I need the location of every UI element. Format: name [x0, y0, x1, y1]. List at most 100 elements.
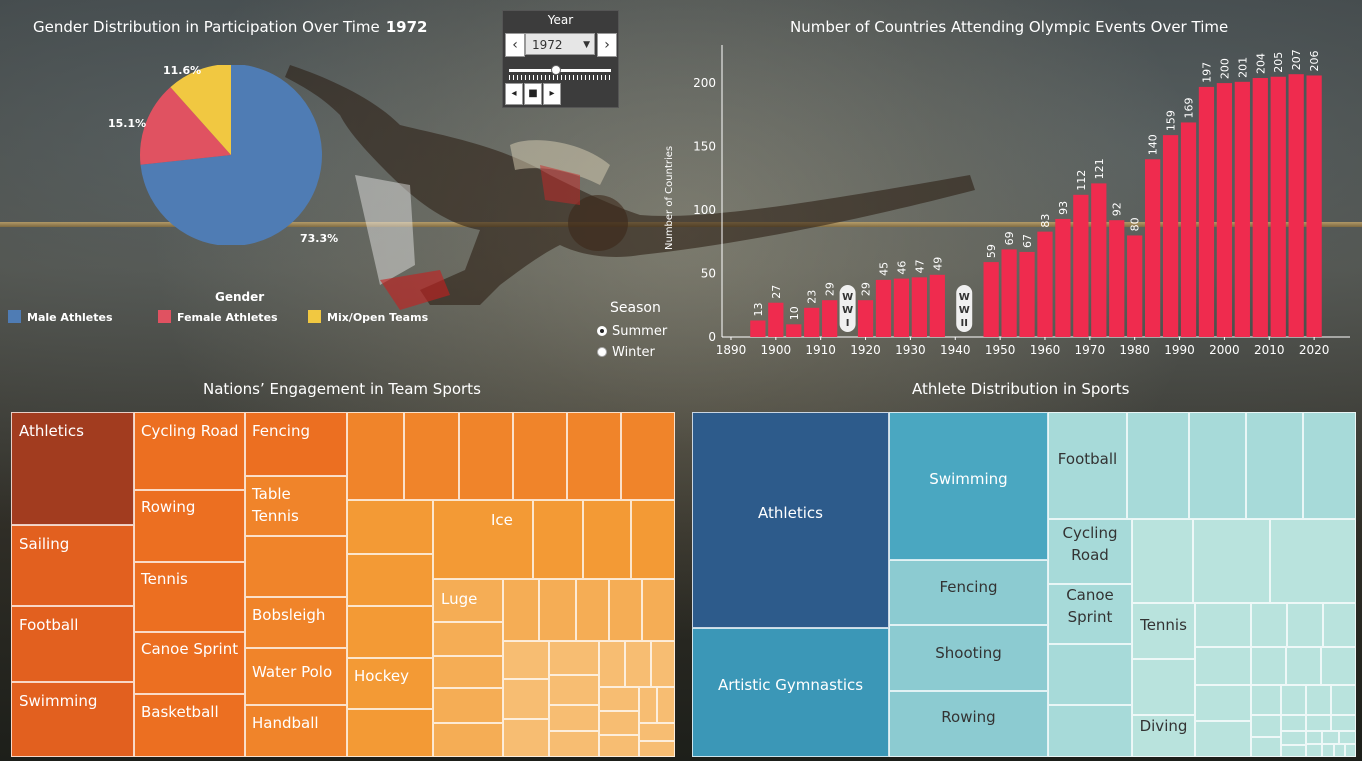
treemap-cell[interactable]: [1281, 685, 1306, 715]
treemap-cell[interactable]: [1270, 519, 1356, 603]
treemap-cell[interactable]: [1195, 603, 1251, 647]
treemap-cell[interactable]: [549, 641, 599, 675]
bar[interactable]: [1091, 183, 1107, 337]
treemap-cell[interactable]: [1048, 644, 1132, 705]
treemap-cell[interactable]: [1286, 647, 1321, 685]
year-dropdown[interactable]: 1972 ▼: [525, 33, 595, 55]
treemap-cell[interactable]: [1246, 412, 1303, 519]
treemap-cell[interactable]: [1331, 685, 1356, 715]
treemap-cell[interactable]: [1251, 685, 1281, 715]
treemap-cell[interactable]: [1306, 744, 1322, 757]
treemap-cell[interactable]: [576, 579, 609, 641]
treemap-cell[interactable]: [404, 412, 459, 500]
treemap-cell[interactable]: [599, 641, 625, 687]
bar[interactable]: [1288, 74, 1304, 337]
treemap-cell[interactable]: [1322, 744, 1334, 757]
treemap-cell[interactable]: [1281, 715, 1306, 731]
treemap-cell[interactable]: [347, 412, 404, 500]
treemap-cell[interactable]: [347, 709, 433, 757]
bar[interactable]: [1180, 122, 1197, 337]
treemap-cell[interactable]: [625, 641, 651, 687]
treemap-cell[interactable]: [651, 641, 675, 687]
year-prev-button[interactable]: ‹: [505, 33, 525, 57]
treemap-cell[interactable]: [639, 687, 657, 723]
bar[interactable]: [1019, 251, 1035, 337]
bar[interactable]: [857, 300, 874, 337]
treemap-cell[interactable]: [1306, 685, 1331, 715]
treemap-cell[interactable]: [1334, 744, 1345, 757]
bar[interactable]: [822, 300, 838, 337]
treemap-cell[interactable]: [1132, 519, 1193, 603]
treemap-cell[interactable]: [433, 688, 503, 723]
treemap-cell[interactable]: [433, 500, 533, 579]
bar[interactable]: [893, 278, 910, 337]
treemap-cell[interactable]: [599, 735, 639, 757]
year-slider-thumb[interactable]: [551, 65, 561, 75]
treemap-cell[interactable]: [1322, 731, 1339, 744]
stop-button[interactable]: ■: [524, 83, 542, 105]
treemap-cell[interactable]: [533, 500, 583, 579]
treemap-cell[interactable]: [1323, 603, 1356, 647]
treemap-cell[interactable]: [1127, 412, 1189, 519]
treemap-cell[interactable]: [1251, 603, 1287, 647]
treemap-cell[interactable]: [583, 500, 631, 579]
treemap-cell[interactable]: [1193, 519, 1270, 603]
bar[interactable]: [983, 262, 999, 337]
treemap-cell[interactable]: [639, 741, 675, 757]
treemap-cell[interactable]: [503, 679, 549, 719]
treemap-cell[interactable]: [539, 579, 576, 641]
treemap-cell[interactable]: [1195, 721, 1251, 757]
legend-female[interactable]: Female Athletes: [158, 310, 278, 324]
treemap-cell[interactable]: [599, 711, 639, 735]
bar[interactable]: [1109, 220, 1125, 337]
treemap-cell[interactable]: [1287, 603, 1323, 647]
bar[interactable]: [750, 320, 766, 337]
bar[interactable]: [786, 324, 802, 337]
bar[interactable]: [1234, 81, 1250, 338]
treemap-cell[interactable]: [1251, 715, 1281, 737]
treemap-cell[interactable]: [1306, 731, 1322, 744]
bar[interactable]: [1216, 83, 1233, 337]
season-summer-radio[interactable]: Summer: [597, 324, 667, 339]
treemap-cell[interactable]: [1132, 659, 1195, 715]
bar[interactable]: [1252, 78, 1268, 337]
treemap-cell[interactable]: [503, 579, 539, 641]
treemap-cell[interactable]: [657, 687, 675, 723]
bar[interactable]: [1001, 249, 1017, 337]
bar[interactable]: [1162, 135, 1179, 337]
treemap-cell[interactable]: [433, 622, 503, 656]
bar[interactable]: [1145, 159, 1161, 337]
treemap-cell[interactable]: [1303, 412, 1356, 519]
bar[interactable]: [875, 279, 892, 337]
treemap-cell[interactable]: [433, 723, 503, 757]
bar[interactable]: [1270, 76, 1286, 337]
treemap-cell[interactable]: [1306, 715, 1331, 731]
treemap-cell[interactable]: [642, 579, 675, 641]
treemap-cell[interactable]: [1251, 647, 1286, 685]
treemap-cell[interactable]: [433, 656, 503, 688]
treemap-cell[interactable]: [599, 687, 639, 711]
bar[interactable]: [1037, 231, 1053, 337]
treemap-cell[interactable]: [549, 731, 599, 757]
treemap-cell[interactable]: [513, 412, 567, 500]
bar[interactable]: [1198, 86, 1215, 337]
bar[interactable]: [804, 307, 820, 337]
treemap-cell[interactable]: [347, 606, 433, 658]
season-winter-radio[interactable]: Winter: [597, 345, 655, 360]
treemap-cell[interactable]: [1281, 745, 1306, 757]
treemap-cell[interactable]: [567, 412, 621, 500]
treemap-cell[interactable]: [639, 723, 675, 741]
treemap-cell[interactable]: [1195, 685, 1251, 721]
treemap-cell[interactable]: [1251, 737, 1281, 757]
bar[interactable]: [911, 277, 927, 337]
legend-male[interactable]: Male Athletes: [8, 310, 113, 324]
step-back-button[interactable]: ◂: [505, 83, 523, 105]
treemap-cell[interactable]: [549, 675, 599, 705]
year-next-button[interactable]: ›: [597, 33, 617, 57]
treemap-cell[interactable]: [1331, 715, 1356, 731]
treemap-cell[interactable]: [609, 579, 642, 641]
treemap-cell[interactable]: [1195, 647, 1251, 685]
treemap-cell[interactable]: [1281, 731, 1306, 745]
treemap-cell[interactable]: [503, 719, 549, 757]
treemap-cell[interactable]: [1339, 731, 1356, 744]
